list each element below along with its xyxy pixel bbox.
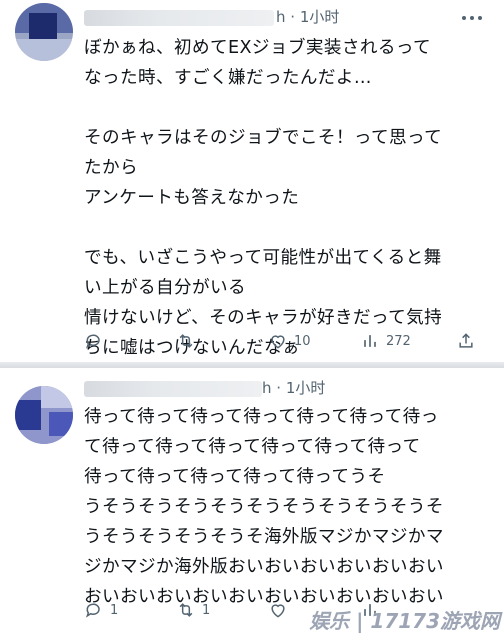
- retweet-icon: [179, 334, 193, 348]
- timestamp[interactable]: h · 1小时: [262, 377, 325, 398]
- share-button[interactable]: [456, 329, 476, 353]
- watermark: 娱乐 | 17173游戏网: [309, 609, 500, 633]
- retweet-button[interactable]: 1: [176, 598, 210, 622]
- share-icon: [459, 333, 473, 348]
- author-name-blurred[interactable]: [84, 10, 274, 26]
- like-button[interactable]: 10: [268, 329, 311, 353]
- timestamp[interactable]: h · 1小时: [276, 6, 339, 27]
- reply-button[interactable]: [84, 329, 110, 353]
- reply-icon: [85, 603, 100, 618]
- heart-icon: [271, 335, 285, 349]
- tweet-card[interactable]: h · 1小时 ぼかぁね、初めてEXジョブ実装されるって なった時、すごく嫌だっ…: [0, 0, 504, 364]
- views-button[interactable]: 272: [360, 329, 411, 353]
- heart-icon: [271, 604, 285, 618]
- retweet-button[interactable]: [176, 329, 202, 353]
- tweet-text: ぼかぁね、初めてEXジョブ実装されるって なった時、すごく嫌だったんだよ… その…: [84, 38, 443, 358]
- tweet-card[interactable]: h · 1小时 待って待って待って待って待って待って待っ て待って待って待って待…: [0, 368, 504, 640]
- like-button[interactable]: [268, 598, 294, 622]
- retweet-icon: [179, 603, 193, 617]
- author-name-blurred[interactable]: [84, 381, 262, 397]
- reply-button[interactable]: 1: [84, 598, 118, 622]
- more-options-icon[interactable]: [462, 14, 484, 22]
- avatar[interactable]: [15, 386, 73, 444]
- reply-icon: [85, 334, 100, 349]
- tweet-text: 待って待って待って待って待って待って待っ て待って待って待って待って待って待って…: [84, 407, 444, 607]
- tweet-header: h · 1小时: [84, 377, 484, 401]
- avatar[interactable]: [15, 3, 73, 61]
- tweet-actions: 10 272: [84, 329, 484, 353]
- views-icon: [364, 335, 376, 347]
- tweet-header: h · 1小时: [84, 6, 484, 30]
